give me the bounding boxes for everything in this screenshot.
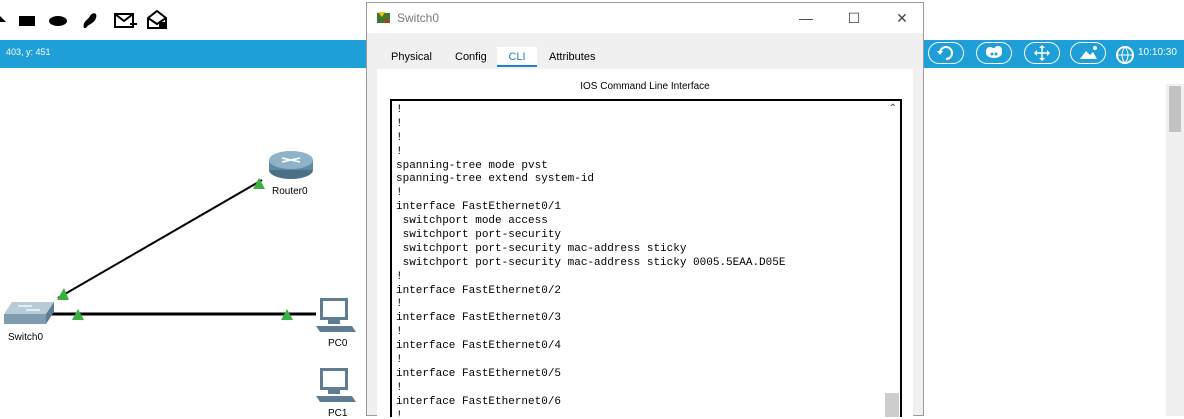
cli-line: ! (396, 104, 403, 116)
cli-line: ! (396, 117, 403, 130)
cli-line: ! (396, 145, 403, 158)
router-label: Router0 (272, 186, 308, 197)
pc0-label: PC0 (328, 338, 348, 349)
panel-title: IOS Command Line Interface (580, 81, 710, 92)
cli-line: interface FastEthernet0/1 (396, 201, 562, 214)
cli-line: ! (396, 298, 403, 311)
cli-line: switchport port-security mac-address sti… (396, 242, 687, 255)
cli-line: ! (396, 270, 403, 283)
clock-globe-icon (1116, 46, 1134, 64)
pc-icon[interactable] (314, 366, 358, 406)
undo-icon (937, 46, 953, 60)
dialog-titlebar[interactable]: Switch0 — ☐ ✕ (367, 3, 923, 33)
tab-physical[interactable]: Physical (383, 47, 440, 67)
cli-line: interface FastEthernet0/2 (396, 284, 562, 297)
cli-line: switchport mode access (396, 215, 548, 228)
cli-line: interface FastEthernet0/3 (396, 312, 562, 325)
cli-line: switchport port-security mac-address sti… (396, 256, 786, 269)
cli-line: ! (396, 326, 403, 339)
cli-line: interface FastEthernet0/4 (396, 340, 562, 353)
switch-app-icon (377, 12, 390, 23)
cli-line: interface FastEthernet0/6 (396, 395, 562, 408)
tab-cli[interactable]: CLI (497, 47, 537, 67)
workspace-scrollbar-thumb[interactable] (1169, 86, 1181, 132)
cli-line: spanning-tree mode pvst (396, 159, 548, 172)
move-object-button[interactable] (1024, 42, 1060, 64)
cli-scrollbar[interactable]: ⌃ (884, 101, 900, 417)
close-button[interactable]: ✕ (887, 7, 917, 29)
simple-pdu-icon[interactable] (114, 8, 138, 32)
switch-icon[interactable] (2, 300, 56, 328)
background-button[interactable] (1070, 42, 1106, 64)
ellipse-tool-icon[interactable] (48, 8, 70, 32)
cli-scrollbar-thumb[interactable] (885, 393, 899, 417)
pc1-label: PC1 (328, 408, 348, 419)
scroll-up-icon[interactable]: ⌃ (889, 103, 897, 114)
router-icon[interactable] (268, 150, 314, 180)
cli-line: ! (396, 381, 403, 394)
line-tool-icon[interactable] (0, 8, 8, 32)
clock-time: 10:10:30 (1138, 47, 1177, 58)
complex-pdu-icon[interactable] (146, 8, 170, 32)
coordinates-readout: 403, y: 451 (6, 47, 51, 57)
device-dialog: Switch0 — ☐ ✕ Physical Config CLI Attrib… (366, 2, 924, 417)
link-status-light (57, 288, 69, 300)
cli-line: ! (396, 354, 403, 367)
cli-line: switchport port-security (396, 229, 562, 242)
mountain-image-icon (1080, 46, 1097, 59)
move-arrows-icon (1034, 45, 1050, 61)
cli-panel: IOS Command Line Interface !!!! spanning-… (377, 69, 913, 417)
cli-line: ! (396, 187, 403, 200)
rectangle-tool-icon[interactable] (18, 8, 38, 32)
cloud-icon (986, 46, 1002, 58)
topology-links (50, 178, 316, 320)
undo-button[interactable] (928, 42, 964, 64)
maximize-button[interactable]: ☐ (839, 7, 869, 29)
cluster-button[interactable] (976, 42, 1012, 64)
tab-config[interactable]: Config (447, 47, 495, 67)
switch-label: Switch0 (8, 332, 44, 343)
cli-line: interface FastEthernet0/5 (396, 367, 562, 380)
tab-attributes[interactable]: Attributes (541, 47, 603, 67)
minimize-button[interactable]: — (791, 7, 821, 29)
cli-line: spanning-tree extend system-id (396, 173, 595, 186)
dialog-title: Switch0 (397, 11, 440, 25)
pc-icon[interactable] (314, 296, 358, 336)
cli-terminal[interactable]: !!!! spanning-tree mode pvst spanning-tree… (390, 99, 902, 417)
link-switch-router[interactable] (57, 179, 263, 299)
cli-line: ! (396, 131, 403, 144)
cli-output: !!!! spanning-tree mode pvst spanning-tree… (396, 104, 882, 417)
freeform-tool-icon[interactable] (80, 8, 100, 32)
workspace-scrollbar[interactable] (1166, 84, 1184, 416)
